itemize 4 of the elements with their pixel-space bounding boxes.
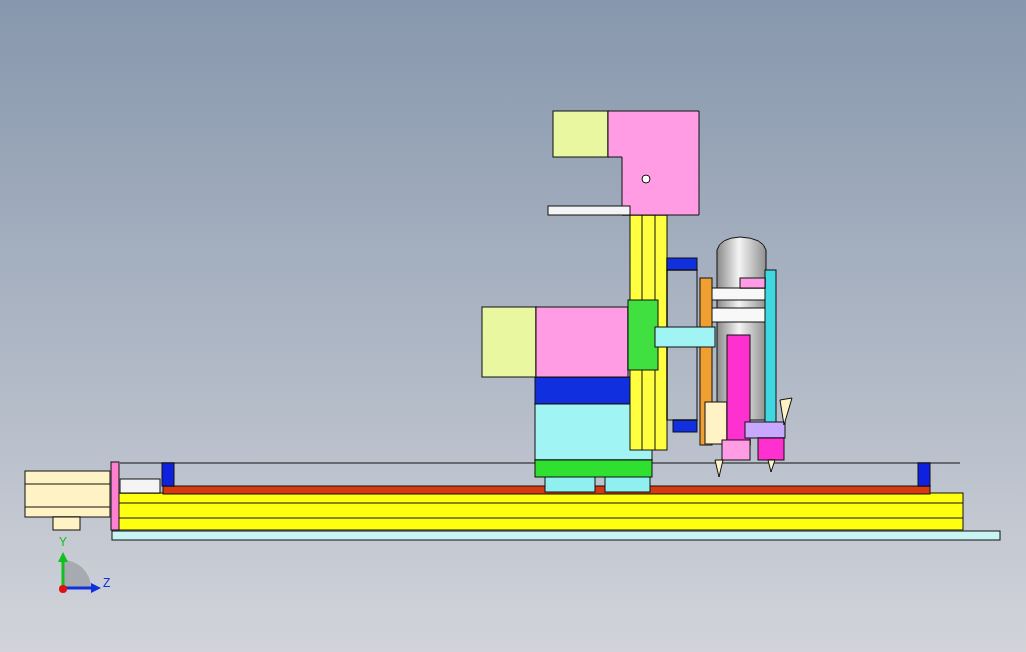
axis-label: Z: [103, 576, 111, 590]
origin-dot: [59, 585, 67, 593]
y-axis-arrow: [58, 552, 68, 588]
axis-label: Y: [59, 535, 67, 549]
